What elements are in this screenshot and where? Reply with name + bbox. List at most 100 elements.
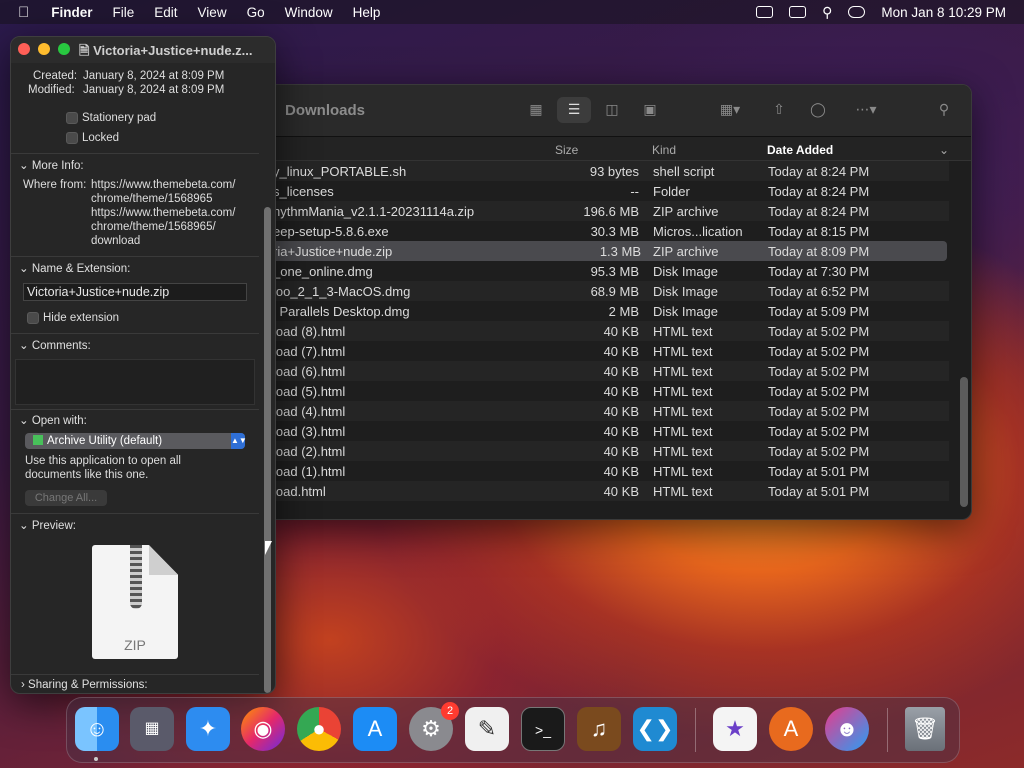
name-extension-disclosure[interactable]: ⌄ Name & Extension: xyxy=(19,261,130,275)
table-row[interactable]: load (3).html 40 KB HTML text Today at 5:02… xyxy=(263,421,949,441)
trash-icon[interactable]: 🗑 xyxy=(905,707,945,751)
created-value: January 8, 2024 at 8:09 PM xyxy=(83,70,225,82)
filename-field[interactable]: Victoria+Justice+nude.zip xyxy=(23,283,247,301)
firefox-icon[interactable]: ◉ xyxy=(241,707,285,751)
table-row[interactable]: load (4).html 40 KB HTML text Today at 5:02… xyxy=(263,401,949,421)
where-from-line: chrome/theme/1568965 xyxy=(91,193,213,205)
where-from-line: https://www.themebeta.com/ xyxy=(91,179,236,191)
dock-separator xyxy=(887,708,888,752)
info-scrollbar[interactable] xyxy=(264,207,271,693)
sort-chevron-icon[interactable]: ⌄ xyxy=(939,143,949,157)
garageband-icon[interactable]: ♫ xyxy=(577,707,621,751)
chevron-down-icon: ⌄ xyxy=(19,340,32,352)
table-row[interactable]: load (1).html 40 KB HTML text Today at 5:01… xyxy=(263,461,949,481)
change-all-button[interactable]: Change All... xyxy=(25,490,107,506)
zoom-button[interactable] xyxy=(58,43,70,55)
app-icon-face[interactable]: ☻ xyxy=(825,707,869,751)
control-center-icon[interactable] xyxy=(848,6,866,18)
search-icon[interactable]: ⚲ xyxy=(933,101,955,119)
table-row[interactable]: load (2).html 40 KB HTML text Today at 5:02… xyxy=(263,441,949,461)
table-row[interactable]: loo_2_1_3-MacOS.dmg 68.9 MB Disk Image Toda… xyxy=(263,281,949,301)
table-row[interactable]: y_linux_PORTABLE.sh 93 bytes shell script T… xyxy=(263,161,949,181)
comments-disclosure[interactable]: ⌄ Comments: xyxy=(19,338,91,352)
menu-edit[interactable]: Edit xyxy=(154,5,177,20)
vscode-icon[interactable]: ❮❯ xyxy=(633,707,677,751)
table-row[interactable]: s_licenses -- Folder Today at 8:24 PM xyxy=(263,181,949,201)
app-store-icon[interactable]: A xyxy=(353,707,397,751)
table-row[interactable]: load (6).html 40 KB HTML text Today at 5:02… xyxy=(263,361,949,381)
spotlight-search-icon[interactable]: ⚲ xyxy=(822,4,832,21)
info-titlebar: 🗎 Victoria+Justice+nude.z... xyxy=(11,37,275,63)
textedit-icon[interactable]: ✎ xyxy=(465,707,509,751)
menu-finder[interactable]: Finder xyxy=(51,5,92,20)
group-by-icon[interactable]: ▦▾ xyxy=(713,101,747,119)
divider xyxy=(11,333,259,334)
menu-file[interactable]: File xyxy=(113,5,135,20)
screen-mirroring-icon[interactable] xyxy=(789,6,807,18)
icon-view-icon[interactable]: ▦ xyxy=(525,101,547,119)
divider xyxy=(11,409,259,410)
table-row[interactable]: eep-setup-5.8.6.exe 30.3 MB Micros...licat… xyxy=(263,221,949,241)
share-icon[interactable]: ⇧ xyxy=(768,101,790,119)
menu-window[interactable]: Window xyxy=(285,5,333,20)
gallery-view-icon[interactable]: ▣ xyxy=(639,101,661,119)
menu-view[interactable]: View xyxy=(198,5,227,20)
table-row-selected[interactable]: ria+Justice+nude.zip 1.3 MB ZIP archive Tod… xyxy=(267,241,947,261)
table-row[interactable]: _one_online.dmg 95.3 MB Disk Image Today at… xyxy=(263,261,949,281)
window-title: Downloads xyxy=(285,102,366,119)
chevron-updown-icon: ▲▼ xyxy=(231,433,247,449)
archive-utility-icon xyxy=(33,435,43,445)
more-info-disclosure[interactable]: ⌄ More Info: xyxy=(19,158,84,172)
terminal-icon[interactable]: >_ xyxy=(521,707,565,751)
table-row[interactable]: load (5).html 40 KB HTML text Today at 5:02… xyxy=(263,381,949,401)
finder-icon[interactable]: ☺ xyxy=(75,707,119,751)
column-header-kind[interactable]: Kind xyxy=(652,143,676,157)
tag-icon[interactable]: ◯ xyxy=(807,101,829,119)
locked-checkbox[interactable] xyxy=(66,132,78,144)
comments-textarea[interactable] xyxy=(15,359,255,405)
hide-extension-checkbox[interactable] xyxy=(27,312,39,324)
keyboard-icon[interactable] xyxy=(756,6,774,18)
menu-go[interactable]: Go xyxy=(247,5,265,20)
chrome-icon[interactable]: ● xyxy=(297,707,341,751)
table-row[interactable]: load.html 40 KB HTML text Today at 5:01 PM xyxy=(263,481,949,501)
close-button[interactable] xyxy=(18,43,30,55)
column-view-icon[interactable]: ◫ xyxy=(601,101,623,119)
menu-bar:  Finder File Edit View Go Window Help ⚲… xyxy=(0,0,1024,24)
open-with-disclosure[interactable]: ⌄ Open with: xyxy=(19,413,87,427)
modified-label: Modified: xyxy=(28,84,75,96)
apple-menu-icon[interactable]:  xyxy=(18,4,29,21)
more-actions-icon[interactable]: ⋯▾ xyxy=(849,101,883,119)
locked-label: Locked xyxy=(82,132,120,144)
notification-badge: 2 xyxy=(441,702,459,720)
app-icon-orange[interactable]: A xyxy=(769,707,813,751)
get-info-window: 🗎 Victoria+Justice+nude.z... Created: Ja… xyxy=(10,36,276,694)
preview-disclosure[interactable]: ⌄ Preview: xyxy=(19,518,76,532)
table-row[interactable]: l Parallels Desktop.dmg 2 MB Disk Image Tod… xyxy=(263,301,949,321)
menu-help[interactable]: Help xyxy=(353,5,381,20)
imovie-icon[interactable]: ★ xyxy=(713,707,757,751)
dock-separator xyxy=(695,708,696,752)
table-row[interactable]: hythmMania_v2.1.1-20231114a.zip 196.6 MB Z… xyxy=(263,201,949,221)
where-from-line: chrome/theme/1568965/ xyxy=(91,221,216,233)
sharing-permissions-disclosure[interactable]: › Sharing & Permissions: xyxy=(21,679,148,691)
column-header-size[interactable]: Size xyxy=(555,143,578,157)
table-row[interactable]: load (8).html 40 KB HTML text Today at 5:02… xyxy=(263,321,949,341)
divider xyxy=(11,256,259,257)
use-app-text: documents like this one. xyxy=(25,469,149,481)
table-row[interactable]: load (7).html 40 KB HTML text Today at 5:02… xyxy=(263,341,949,361)
column-headers: Size Kind Date Added ⌄ xyxy=(263,137,971,161)
hide-extension-label: Hide extension xyxy=(43,312,120,324)
finder-window: Downloads ▦ ☰ ◫ ▣ ▦▾ ⇧ ◯ ⋯▾ ⚲ Size Kind … xyxy=(262,84,972,520)
vertical-scrollbar[interactable] xyxy=(960,377,968,507)
chevron-down-icon: ⌄ xyxy=(19,520,32,532)
launchpad-icon[interactable]: ▦ xyxy=(130,707,174,751)
chevron-down-icon: ⌄ xyxy=(19,160,32,172)
clock[interactable]: Mon Jan 8 10:29 PM xyxy=(881,5,1006,20)
safari-icon[interactable]: ✦ xyxy=(186,707,230,751)
minimize-button[interactable] xyxy=(38,43,50,55)
column-header-date-added[interactable]: Date Added xyxy=(767,143,833,157)
list-view-icon[interactable]: ☰ xyxy=(563,101,585,119)
open-with-popup[interactable]: Archive Utility (default) ▲▼ xyxy=(25,433,247,449)
stationery-checkbox[interactable] xyxy=(66,112,78,124)
